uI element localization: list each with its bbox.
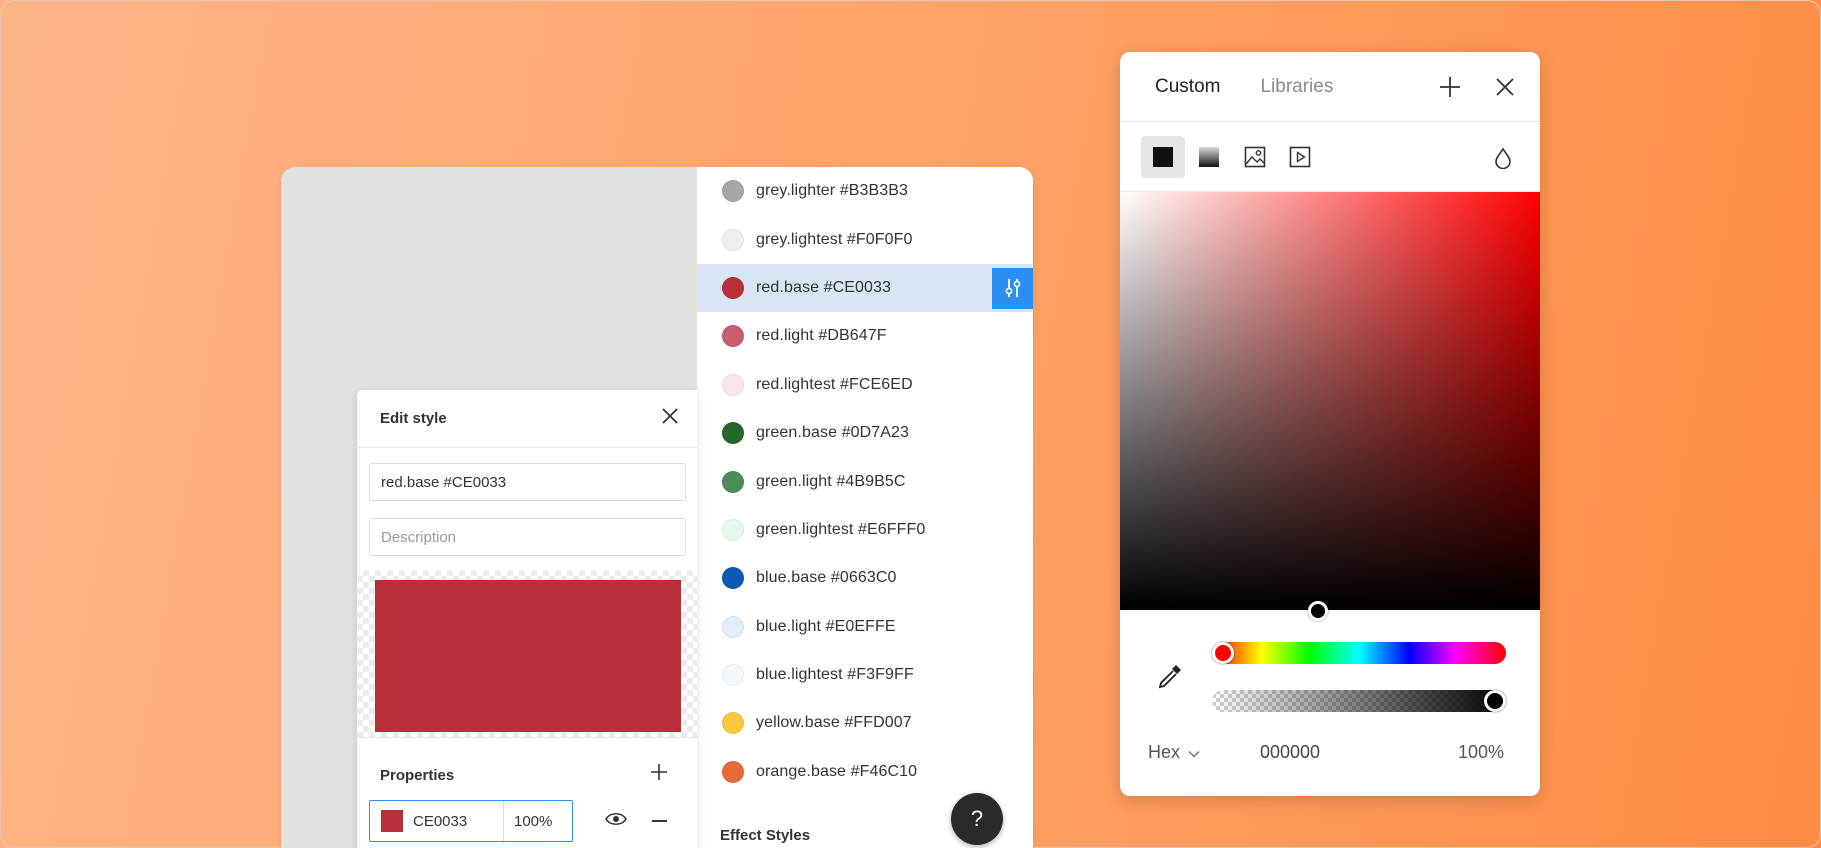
alpha-input[interactable]: 100% — [1458, 742, 1504, 763]
style-name-input[interactable]: red.base #CE0033 — [369, 463, 686, 501]
color-style-label: orange.base #F46C10 — [756, 762, 918, 780]
chevron-down-icon — [1188, 742, 1200, 763]
add-property-button[interactable] — [650, 763, 668, 786]
opacity-handle[interactable] — [1484, 690, 1506, 712]
color-swatch-dot — [722, 664, 744, 687]
color-mode-select[interactable]: Hex — [1148, 742, 1200, 763]
description-input[interactable]: Description — [369, 518, 686, 556]
saturation-handle[interactable] — [1308, 601, 1328, 621]
color-style-label: blue.base #0663C0 — [756, 569, 897, 587]
eyedropper-icon[interactable] — [1156, 662, 1184, 695]
color-swatch-dot — [722, 712, 744, 735]
color-style-row[interactable]: green.lightest #E6FFF0 — [697, 506, 1033, 554]
color-style-label: red.lightest #FCE6ED — [756, 375, 913, 393]
property-opacity[interactable]: 100% — [504, 813, 552, 830]
plus-icon[interactable] — [1439, 76, 1461, 103]
edit-style-title: Edit style — [380, 410, 447, 427]
blend-mode-icon[interactable] — [1495, 147, 1511, 174]
color-style-row[interactable]: red.base #CE0033 — [697, 263, 1033, 313]
effect-styles-heading: Effect Styles — [720, 827, 811, 844]
solid-fill-icon[interactable] — [1141, 136, 1185, 178]
saturation-value-area[interactable] — [1120, 192, 1540, 610]
color-style-row[interactable]: grey.lightest #F0F0F0 — [697, 215, 1033, 263]
color-swatch-dot — [722, 228, 744, 251]
color-picker-panel: Custom Libraries Hex 000000 100% — [1120, 52, 1540, 796]
edit-style-panel: Edit style red.base #CE0033 Description … — [357, 390, 697, 848]
color-style-row[interactable]: blue.lightest #F3F9FF — [697, 651, 1033, 699]
eye-icon[interactable] — [605, 811, 627, 832]
plus-icon — [650, 764, 668, 785]
color-style-label: blue.lightest #F3F9FF — [756, 666, 914, 684]
fill-property-row[interactable]: CE0033 100% — [369, 800, 573, 842]
color-style-row[interactable]: yellow.base #FFD007 — [697, 699, 1033, 747]
color-swatch-dot — [722, 470, 744, 493]
property-hex[interactable]: CE0033 — [413, 813, 503, 830]
color-style-label: green.light #4B9B5C — [756, 472, 906, 490]
color-style-label: green.lightest #E6FFF0 — [756, 520, 926, 538]
hue-handle[interactable] — [1212, 642, 1234, 664]
hex-input[interactable]: 000000 — [1260, 742, 1320, 763]
color-style-row[interactable]: blue.base #0663C0 — [697, 554, 1033, 602]
preview-swatch — [375, 580, 681, 732]
remove-property-button[interactable] — [652, 820, 667, 822]
tab-libraries[interactable]: Libraries — [1260, 76, 1333, 98]
color-style-label: blue.light #E0EFFE — [756, 617, 896, 635]
color-style-label: grey.lightest #F0F0F0 — [756, 230, 913, 248]
hue-slider[interactable] — [1212, 642, 1506, 664]
edit-style-button[interactable] — [992, 267, 1033, 309]
tab-custom[interactable]: Custom — [1155, 76, 1220, 98]
picker-footer: Hex 000000 100% — [1120, 742, 1540, 782]
color-swatch-dot — [722, 180, 744, 203]
color-style-row[interactable]: green.base #0D7A23 — [697, 409, 1033, 457]
color-style-row[interactable]: orange.base #F46C10 — [697, 748, 1033, 796]
color-swatch-dot — [722, 567, 744, 590]
color-style-label: grey.lighter #B3B3B3 — [756, 182, 909, 200]
close-icon[interactable] — [1495, 77, 1515, 102]
color-mode-label: Hex — [1148, 742, 1181, 762]
color-swatch-dot — [722, 276, 744, 299]
color-style-row[interactable]: green.light #4B9B5C — [697, 457, 1033, 505]
sliders-icon — [1005, 279, 1020, 298]
color-style-label: green.base #0D7A23 — [756, 424, 910, 442]
color-style-label: red.light #DB647F — [756, 327, 887, 345]
color-styles-list: grey.lighter #B3B3B3 grey.lightest #F0F0F… — [697, 167, 1033, 848]
color-style-row[interactable]: red.light #DB647F — [697, 312, 1033, 360]
help-button[interactable]: ? — [951, 793, 1003, 845]
close-icon[interactable] — [661, 407, 679, 430]
opacity-slider[interactable] — [1212, 690, 1506, 712]
color-swatch-dot — [722, 373, 744, 396]
image-fill-icon[interactable] — [1233, 136, 1277, 178]
color-style-label: red.base #CE0033 — [756, 278, 892, 296]
edit-style-header: Edit style — [357, 390, 697, 448]
color-swatch-dot — [722, 615, 744, 638]
properties-heading: Properties — [380, 767, 455, 784]
color-style-row[interactable]: blue.light #E0EFFE — [697, 603, 1033, 651]
color-style-label: yellow.base #FFD007 — [756, 714, 912, 732]
gradient-fill-icon[interactable] — [1187, 136, 1231, 178]
color-swatch-dot — [722, 518, 744, 541]
property-swatch[interactable] — [381, 810, 403, 832]
video-fill-icon[interactable] — [1278, 136, 1322, 178]
color-preview — [357, 570, 697, 738]
color-swatch-dot — [722, 325, 744, 348]
picker-tabs: Custom Libraries — [1120, 52, 1540, 122]
color-swatch-dot — [722, 760, 744, 783]
color-style-row[interactable]: red.lightest #FCE6ED — [697, 361, 1033, 409]
color-style-row[interactable]: grey.lighter #B3B3B3 — [697, 167, 1033, 215]
color-swatch-dot — [722, 422, 744, 445]
fill-type-bar — [1120, 122, 1540, 192]
